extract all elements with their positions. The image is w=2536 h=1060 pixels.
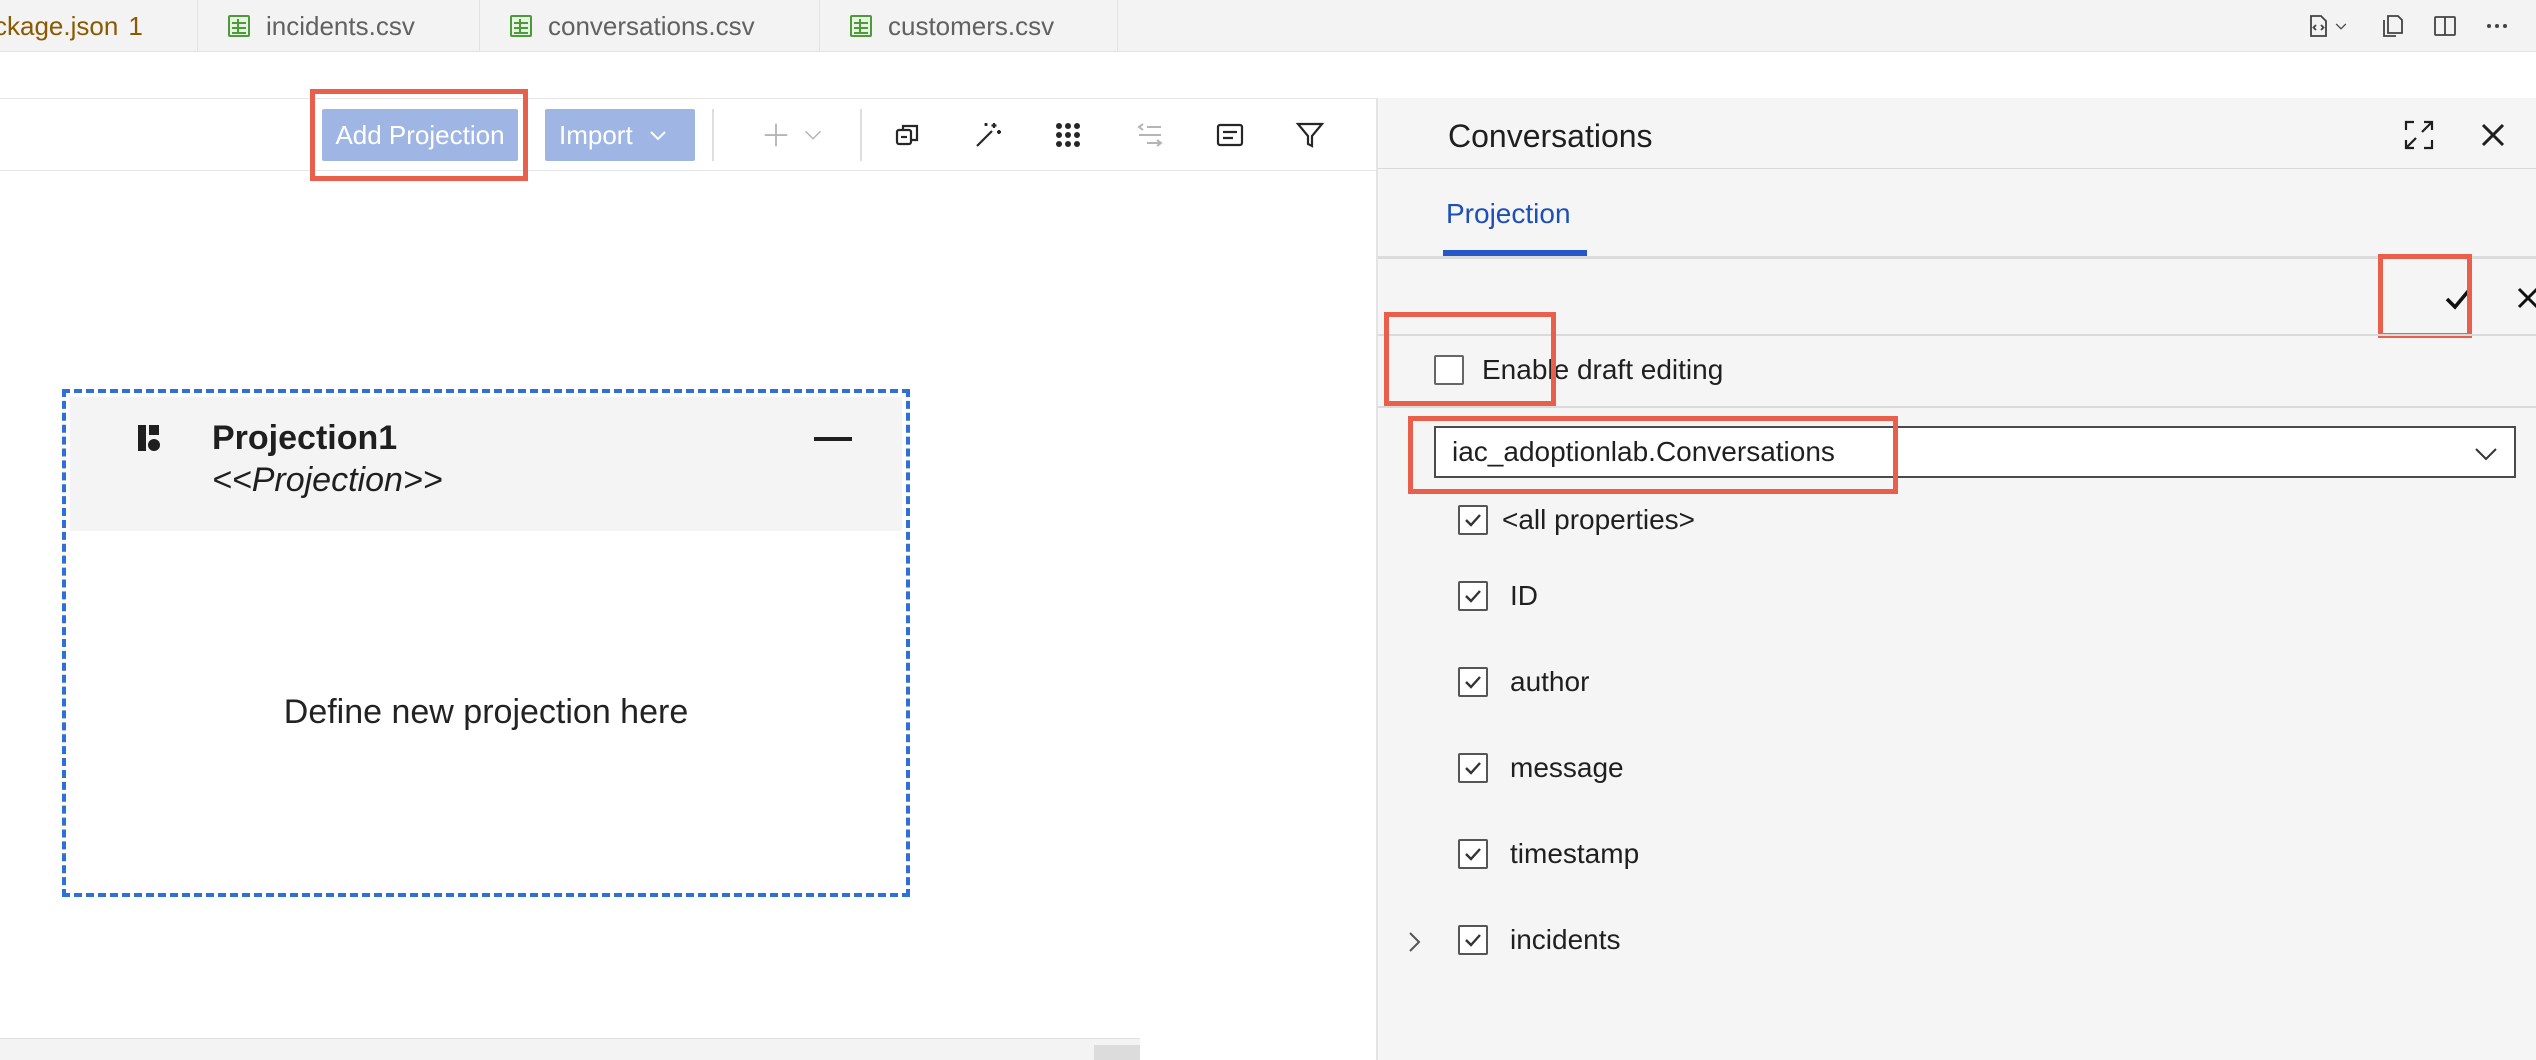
property-checkbox[interactable] bbox=[1458, 581, 1488, 611]
csv-file-icon bbox=[510, 15, 532, 37]
grid-apps-icon[interactable] bbox=[1048, 115, 1088, 155]
enable-draft-editing-checkbox[interactable] bbox=[1434, 355, 1464, 385]
open-changes-icon[interactable] bbox=[2378, 11, 2408, 41]
divider bbox=[1378, 406, 2536, 408]
cancel-close-button[interactable] bbox=[2500, 270, 2536, 326]
tab-conversations-csv[interactable]: conversations.csv bbox=[480, 0, 820, 52]
property-row: message bbox=[1458, 752, 1624, 784]
collapse-minus-icon[interactable] bbox=[814, 437, 852, 441]
tab-label: ckage.json bbox=[0, 10, 119, 41]
projection-title: Projection1 bbox=[212, 419, 398, 457]
open-preview-dropdown-icon[interactable] bbox=[2300, 11, 2356, 41]
check-icon bbox=[1465, 934, 1481, 947]
filter-icon[interactable] bbox=[1290, 115, 1330, 155]
property-row: timestamp bbox=[1458, 838, 1639, 870]
draft-editing-row: Enable draft editing bbox=[1434, 354, 1723, 386]
toolbar-divider bbox=[860, 109, 862, 161]
add-dropdown-icon[interactable] bbox=[750, 115, 836, 155]
projection-placeholder-text: Define new projection here bbox=[283, 693, 689, 731]
csv-file-icon bbox=[228, 15, 250, 37]
expand-panel-icon[interactable] bbox=[2396, 112, 2442, 158]
check-icon bbox=[1465, 762, 1481, 775]
editor-actions bbox=[2300, 0, 2536, 52]
canvas-toolbar: Add Projection Import bbox=[0, 89, 1376, 181]
projection-entity-card[interactable]: Projection1 <<Projection>> Define new pr… bbox=[62, 389, 910, 897]
tab-label: customers.csv bbox=[888, 10, 1055, 41]
property-checkbox[interactable] bbox=[1458, 667, 1488, 697]
add-projection-label: Add Projection bbox=[335, 119, 505, 150]
tab-package-json[interactable]: ckage.json 1 bbox=[0, 0, 198, 52]
problem-count-badge: 1 bbox=[128, 10, 143, 41]
csv-file-icon bbox=[850, 15, 872, 37]
property-label: timestamp bbox=[1510, 838, 1640, 869]
tab-projection[interactable]: Projection bbox=[1446, 198, 1571, 230]
import-button[interactable]: Import bbox=[545, 109, 695, 161]
divider bbox=[1378, 256, 2536, 259]
split-editor-icon[interactable] bbox=[2430, 11, 2460, 41]
import-label: Import bbox=[559, 119, 633, 150]
entity-select-dropdown[interactable]: iac_adoptionlab.Conversations bbox=[1434, 426, 2516, 478]
magic-wand-icon[interactable] bbox=[968, 115, 1008, 155]
property-row-all: <all properties> bbox=[1458, 504, 1695, 536]
more-actions-icon[interactable] bbox=[2482, 11, 2512, 41]
scrollbar-thumb[interactable] bbox=[1094, 1045, 1140, 1060]
auto-layout-icon[interactable] bbox=[1130, 115, 1170, 155]
diagram-canvas[interactable]: Add Projection Import Projection1 <<Proj… bbox=[0, 89, 1376, 1060]
property-label: <all properties> bbox=[1502, 504, 1696, 535]
notes-icon[interactable] bbox=[1210, 115, 1250, 155]
editor-tab-bar: ckage.json 1 incidents.csv conversations… bbox=[0, 0, 2536, 52]
property-label: ID bbox=[1510, 580, 1538, 611]
property-label: message bbox=[1510, 752, 1624, 783]
property-checkbox[interactable] bbox=[1458, 925, 1488, 955]
entity-select-value: iac_adoptionlab.Conversations bbox=[1452, 436, 1835, 467]
property-label: incidents bbox=[1510, 924, 1621, 955]
property-row-association: incidents bbox=[1458, 924, 1621, 956]
tab-label: incidents.csv bbox=[266, 10, 415, 41]
horizontal-scrollbar[interactable] bbox=[0, 1038, 1140, 1060]
check-icon bbox=[1465, 676, 1481, 689]
property-row: ID bbox=[1458, 580, 1538, 612]
add-projection-button[interactable]: Add Projection bbox=[322, 109, 518, 161]
chevron-down-icon bbox=[649, 131, 666, 141]
projection-entity-icon bbox=[138, 425, 160, 451]
property-row: author bbox=[1458, 666, 1589, 698]
properties-panel: Conversations Projection Enable draft ed… bbox=[1376, 98, 2536, 1060]
property-checkbox[interactable] bbox=[1458, 505, 1488, 535]
enable-draft-editing-label: Enable draft editing bbox=[1482, 354, 1724, 385]
copy-icon[interactable] bbox=[888, 115, 928, 155]
projection-card-header: Projection1 <<Projection>> bbox=[70, 397, 902, 531]
close-icon bbox=[2517, 287, 2536, 309]
close-panel-icon[interactable] bbox=[2470, 112, 2516, 158]
check-icon bbox=[1465, 514, 1481, 527]
panel-title: Conversations bbox=[1448, 118, 1653, 154]
projection-stereotype: <<Projection>> bbox=[212, 461, 443, 499]
property-checkbox[interactable] bbox=[1458, 839, 1488, 869]
check-icon bbox=[1465, 590, 1481, 603]
chevron-down-icon bbox=[2475, 448, 2497, 461]
property-label: author bbox=[1510, 666, 1590, 697]
tab-incidents-csv[interactable]: incidents.csv bbox=[198, 0, 480, 52]
toolbar-divider bbox=[712, 109, 714, 161]
divider bbox=[1378, 334, 2536, 336]
divider bbox=[1378, 168, 2536, 169]
chevron-right-icon[interactable] bbox=[1400, 928, 1428, 956]
property-checkbox[interactable] bbox=[1458, 753, 1488, 783]
check-icon bbox=[2445, 287, 2472, 310]
confirm-check-button[interactable] bbox=[2430, 270, 2486, 326]
tab-label: conversations.csv bbox=[548, 10, 755, 41]
check-icon bbox=[1465, 848, 1481, 861]
tab-customers-csv[interactable]: customers.csv bbox=[820, 0, 1118, 52]
